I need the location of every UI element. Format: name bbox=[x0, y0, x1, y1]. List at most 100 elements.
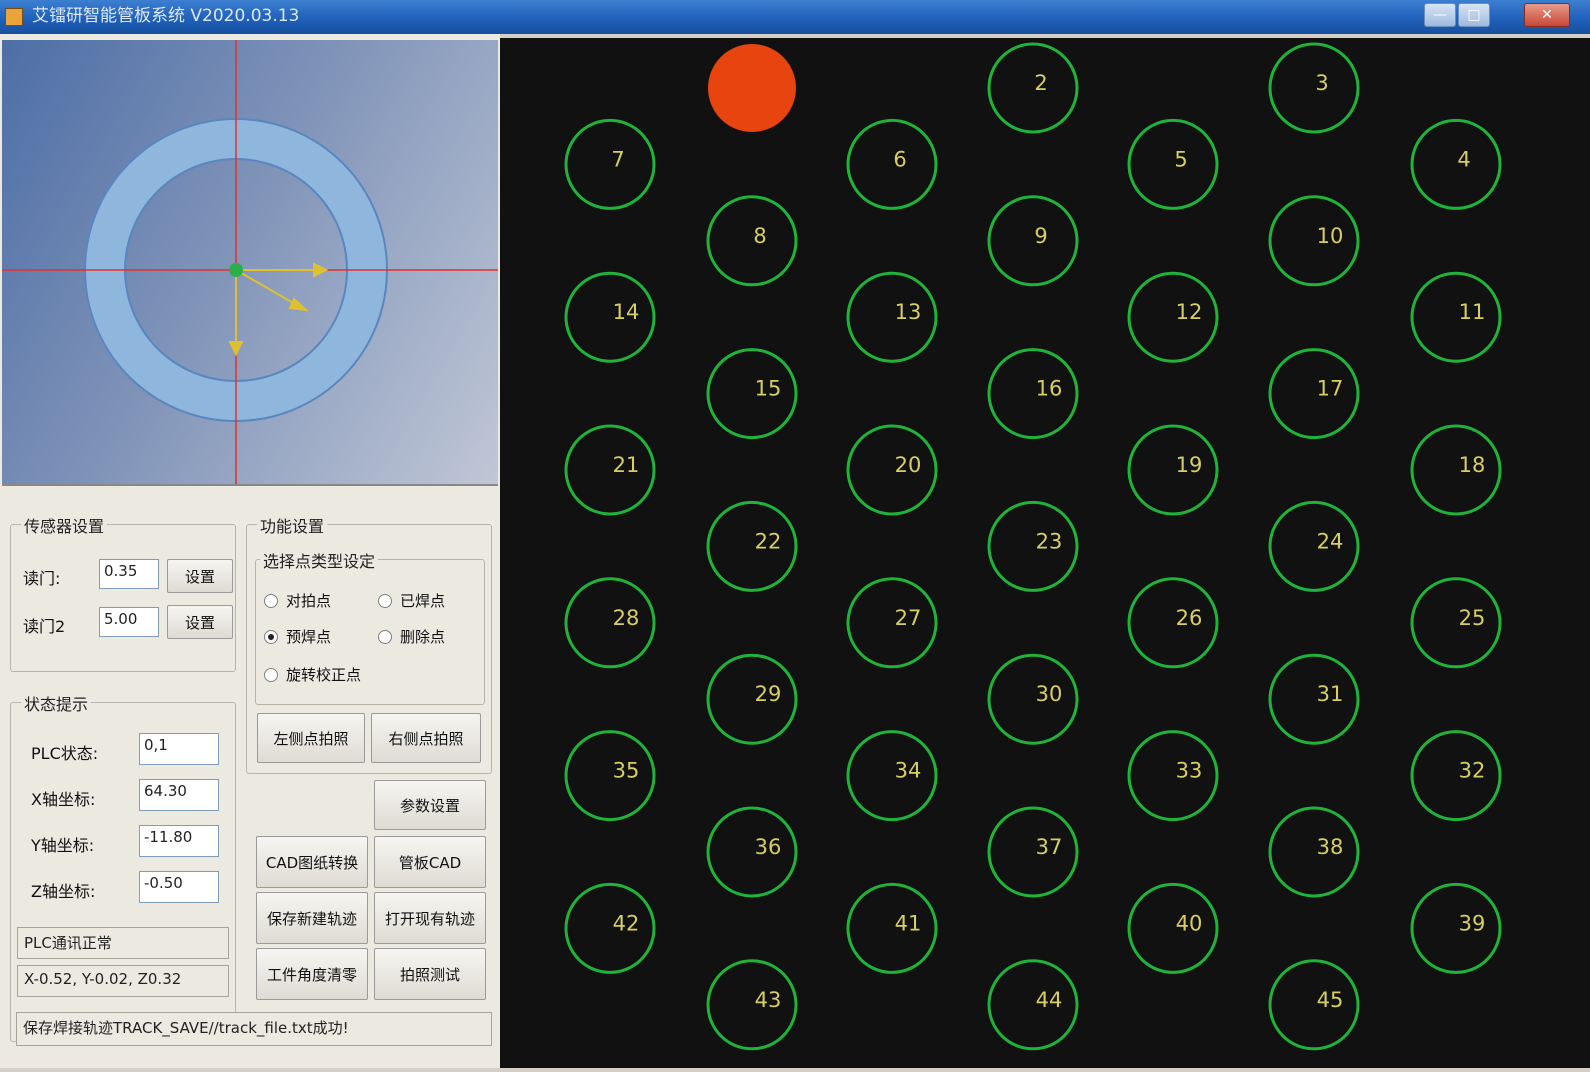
close-icon: ✕ bbox=[1541, 7, 1553, 23]
hole-35[interactable]: 35 bbox=[564, 730, 656, 822]
threshold1-set-button[interactable]: 设置 bbox=[167, 559, 233, 593]
hole-circle bbox=[1410, 882, 1502, 974]
hole-20[interactable]: 20 bbox=[846, 424, 938, 516]
hole-5[interactable]: 5 bbox=[1127, 118, 1219, 210]
hole-circle bbox=[987, 42, 1079, 134]
hole-9[interactable]: 9 bbox=[987, 195, 1079, 287]
x-axis-field[interactable]: 64.30 bbox=[139, 779, 219, 811]
hole-41[interactable]: 41 bbox=[846, 882, 938, 974]
save-track-button[interactable]: 保存新建轨迹 bbox=[256, 892, 368, 944]
minimize-button[interactable]: — bbox=[1424, 3, 1456, 27]
hole-circle bbox=[706, 500, 798, 592]
hole-36[interactable]: 36 bbox=[706, 806, 798, 898]
hole-circle bbox=[1268, 806, 1360, 898]
hole-circle bbox=[564, 577, 656, 669]
left-photo-button[interactable]: 左侧点拍照 bbox=[257, 713, 365, 763]
hole-label: 43 bbox=[755, 988, 782, 1012]
threshold2-set-button[interactable]: 设置 bbox=[167, 605, 233, 639]
hole-4[interactable]: 4 bbox=[1410, 118, 1502, 210]
hole-3[interactable]: 3 bbox=[1268, 42, 1360, 134]
hole-6[interactable]: 6 bbox=[846, 118, 938, 210]
hole-38[interactable]: 38 bbox=[1268, 806, 1360, 898]
hole-label: 13 bbox=[895, 300, 922, 324]
hole-label: 16 bbox=[1036, 377, 1063, 401]
hole-17[interactable]: 17 bbox=[1268, 348, 1360, 440]
hole-29[interactable]: 29 bbox=[706, 653, 798, 745]
angle-zero-button[interactable]: 工件角度清零 bbox=[256, 948, 368, 1000]
hole-45[interactable]: 45 bbox=[1268, 959, 1360, 1051]
right-photo-button[interactable]: 右侧点拍照 bbox=[371, 713, 481, 763]
hole-26[interactable]: 26 bbox=[1127, 577, 1219, 669]
hole-44[interactable]: 44 bbox=[987, 959, 1079, 1051]
hole-24[interactable]: 24 bbox=[1268, 500, 1360, 592]
hole-25[interactable]: 25 bbox=[1410, 577, 1502, 669]
radio-registration-point[interactable]: 对拍点 bbox=[264, 590, 331, 611]
hole-39[interactable]: 39 bbox=[1410, 882, 1502, 974]
hole-circle bbox=[564, 882, 656, 974]
params-button[interactable]: 参数设置 bbox=[374, 780, 486, 830]
hole-label: 17 bbox=[1317, 377, 1344, 401]
status-title: 状态提示 bbox=[21, 691, 92, 715]
hole-40[interactable]: 40 bbox=[1127, 882, 1219, 974]
hole-1[interactable] bbox=[708, 44, 796, 132]
hole-circle bbox=[987, 195, 1079, 287]
hole-42[interactable]: 42 bbox=[564, 882, 656, 974]
tube-cad-button[interactable]: 管板CAD bbox=[374, 836, 486, 888]
radio-welded-point[interactable]: 已焊点 bbox=[378, 590, 445, 611]
photo-test-button[interactable]: 拍照测试 bbox=[374, 948, 486, 1000]
hole-label: 27 bbox=[895, 606, 922, 630]
tube-plate-canvas[interactable]: 2 3 4 5 6 7 8 9 10 11 12 13 14 15 16 17 18 19 20 21 22 23 24 25… bbox=[500, 38, 1590, 1068]
y-axis-field[interactable]: -11.80 bbox=[139, 825, 219, 857]
hole-21[interactable]: 21 bbox=[564, 424, 656, 516]
hole-30[interactable]: 30 bbox=[987, 653, 1079, 745]
maximize-button[interactable]: □ bbox=[1458, 3, 1490, 27]
hole-circle bbox=[1268, 348, 1360, 440]
hole-27[interactable]: 27 bbox=[846, 577, 938, 669]
hole-label: 24 bbox=[1317, 529, 1344, 553]
hole-15[interactable]: 15 bbox=[706, 348, 798, 440]
hole-22[interactable]: 22 bbox=[706, 500, 798, 592]
hole-circle bbox=[846, 882, 938, 974]
hole-circle bbox=[1268, 653, 1360, 745]
hole-7[interactable]: 7 bbox=[564, 118, 656, 210]
hole-circle bbox=[1410, 271, 1502, 363]
hole-label: 30 bbox=[1036, 682, 1063, 706]
hole-16[interactable]: 16 bbox=[987, 348, 1079, 440]
hole-13[interactable]: 13 bbox=[846, 271, 938, 363]
hole-label: 21 bbox=[613, 453, 640, 477]
hole-34[interactable]: 34 bbox=[846, 730, 938, 822]
camera-viewport[interactable] bbox=[2, 40, 498, 486]
hole-14[interactable]: 14 bbox=[564, 271, 656, 363]
cad-convert-button[interactable]: CAD图纸转换 bbox=[256, 836, 368, 888]
hole-2[interactable]: 2 bbox=[987, 42, 1079, 134]
hole-28[interactable]: 28 bbox=[564, 577, 656, 669]
maximize-icon: □ bbox=[1467, 7, 1481, 23]
radio-rotation-correction-point[interactable]: 旋转校正点 bbox=[264, 664, 361, 685]
hole-33[interactable]: 33 bbox=[1127, 730, 1219, 822]
plc-status-field[interactable]: 0,1 bbox=[139, 733, 219, 765]
hole-32[interactable]: 32 bbox=[1410, 730, 1502, 822]
hole-10[interactable]: 10 bbox=[1268, 195, 1360, 287]
hole-43[interactable]: 43 bbox=[706, 959, 798, 1051]
hole-31[interactable]: 31 bbox=[1268, 653, 1360, 745]
radio-delete-point[interactable]: 删除点 bbox=[378, 626, 445, 647]
close-button[interactable]: ✕ bbox=[1524, 3, 1570, 27]
hole-11[interactable]: 11 bbox=[1410, 271, 1502, 363]
hole-12[interactable]: 12 bbox=[1127, 271, 1219, 363]
open-track-button[interactable]: 打开现有轨迹 bbox=[374, 892, 486, 944]
hole-18[interactable]: 18 bbox=[1410, 424, 1502, 516]
hole-37[interactable]: 37 bbox=[987, 806, 1079, 898]
hole-19[interactable]: 19 bbox=[1127, 424, 1219, 516]
hole-label: 35 bbox=[613, 759, 640, 783]
coordinate-readout: X-0.52, Y-0.02, Z0.32 bbox=[17, 965, 229, 997]
threshold1-input[interactable]: 0.35 bbox=[99, 559, 159, 589]
hole-8[interactable]: 8 bbox=[706, 195, 798, 287]
hole-circle bbox=[1127, 424, 1219, 516]
z-axis-field[interactable]: -0.50 bbox=[139, 871, 219, 903]
hole-label: 15 bbox=[755, 377, 782, 401]
radio-pre-weld-point[interactable]: 预焊点 bbox=[264, 626, 331, 647]
hole-label: 25 bbox=[1459, 606, 1486, 630]
hole-23[interactable]: 23 bbox=[987, 500, 1079, 592]
hole-label: 31 bbox=[1317, 682, 1344, 706]
threshold2-input[interactable]: 5.00 bbox=[99, 607, 159, 637]
